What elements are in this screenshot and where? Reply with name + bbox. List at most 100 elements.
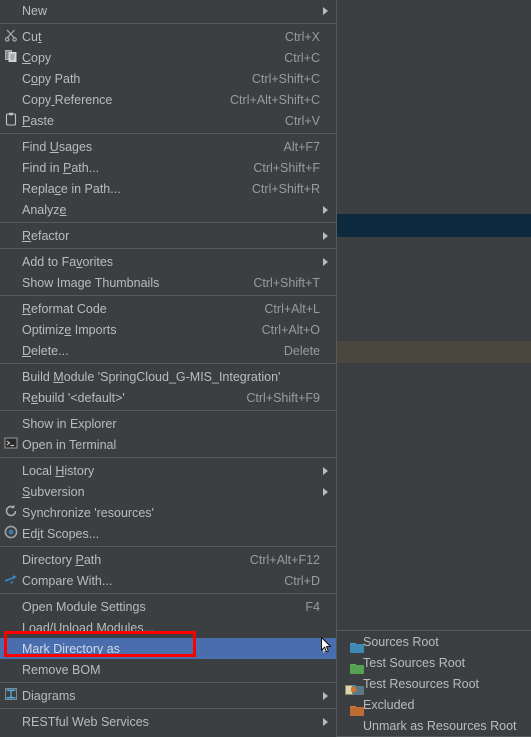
menu-item-add-to-favorites[interactable]: Add to Favorites [0,251,336,272]
submenu-item-unmark-as-resources-root[interactable]: Unmark as Resources Root [337,715,531,736]
menu-item-label: Open in Terminal [22,437,117,452]
menu-item-shortcut: Ctrl+V [284,113,320,128]
menu-item-edit-scopes[interactable]: Edit Scopes... [0,523,336,544]
submenu-item-label: Excluded [363,697,415,712]
diagram-icon [4,687,18,704]
menu-item-label: Copy [22,50,52,65]
menu-item-local-history[interactable]: Local History [0,460,336,481]
menu-item-paste[interactable]: Paste Ctrl+V [0,110,336,131]
menu-item-find-usages[interactable]: Find Usages Alt+F7 [0,136,336,157]
menu-item-label: Directory Path [22,552,102,567]
menu-item-restful-web-services[interactable]: RESTful Web Services [0,711,336,732]
menu-separator [0,593,336,594]
menu-item-mark-directory-as[interactable]: Mark Directory as [0,638,336,659]
menu-item-show-in-explorer[interactable]: Show in Explorer [0,413,336,434]
menu-item-label: Reformat Code [22,301,107,316]
no-icon [4,182,18,196]
menu-item-subversion[interactable]: Subversion [0,481,336,502]
project-view-context-menu: New Cut Ctrl+X Copy Ctrl+C Copy Path Ctrl+Shif… [0,0,337,737]
menu-item-diagrams[interactable]: Diagrams [0,685,336,706]
menu-item-webservices[interactable]: WebServices [0,732,336,737]
menu-item-cut[interactable]: Cut Ctrl+X [0,26,336,47]
menu-item-label: Find in Path... [22,160,100,175]
menu-item-shortcut: Ctrl+Alt+L [264,301,320,316]
screenshot-root: New Cut Ctrl+X Copy Ctrl+C Copy Path Ctrl+Shif… [0,0,531,737]
menu-item-label: Remove BOM [22,662,101,677]
menu-item-delete[interactable]: Delete... Delete [0,340,336,361]
menu-item-icon-slot [0,617,22,638]
menu-item-icon-slot [0,157,22,178]
menu-separator [0,457,336,458]
menu-item-rebuild[interactable]: Rebuild '<default>' Ctrl+Shift+F9 [0,387,336,408]
submenu-item-test-sources-root[interactable]: Test Sources Root [337,652,531,674]
menu-item-directory-path[interactable]: Directory Path Ctrl+Alt+F12 [0,549,336,570]
menu-item-copy-reference[interactable]: Copy Reference Ctrl+Alt+Shift+C [0,89,336,110]
submenu-arrow-icon [323,691,328,700]
menu-item-shortcut: Ctrl+Shift+F9 [246,390,320,405]
copy-icon [4,49,18,66]
scope-icon [4,525,18,542]
menu-item-icon-slot [0,502,22,523]
submenu-item-test-resources-root[interactable]: Test Resources Root [337,673,531,695]
mouse-cursor-icon [321,637,332,653]
menu-item-open-module-settings[interactable]: Open Module Settings F4 [0,596,336,617]
menu-item-label: Copy Reference [22,92,113,107]
menu-item-icon-slot [0,596,22,617]
menu-separator [0,222,336,223]
menu-item-copy-path[interactable]: Copy Path Ctrl+Shift+C [0,68,336,89]
menu-item-build-module[interactable]: Build Module 'SpringCloud_G-MIS_Integrat… [0,366,336,387]
menu-item-compare-with[interactable]: Compare With... Ctrl+D [0,570,336,591]
no-icon [4,600,18,614]
menu-item-reformat-code[interactable]: Reformat Code Ctrl+Alt+L [0,298,336,319]
menu-item-label: Cut [22,29,42,44]
no-icon [4,72,18,86]
menu-item-icon-slot [0,523,22,544]
submenu-item-sources-root[interactable]: Sources Root [337,631,531,653]
menu-item-icon-slot [0,89,22,110]
menu-item-find-in-path[interactable]: Find in Path... Ctrl+Shift+F [0,157,336,178]
no-icon [4,255,18,269]
menu-item-replace-in-path[interactable]: Replace in Path... Ctrl+Shift+R [0,178,336,199]
submenu-arrow-icon [323,466,328,475]
menu-item-shortcut: Ctrl+X [284,29,320,44]
menu-item-icon-slot [0,0,22,21]
no-icon [4,621,18,635]
menu-item-icon-slot [0,387,22,408]
mark-directory-as-submenu: Sources Root Test Sources Root Test Resour… [336,630,531,737]
no-icon [4,4,18,18]
no-icon [4,203,18,217]
no-icon [4,93,18,107]
no-icon [4,229,18,243]
menu-item-icon-slot [0,110,22,131]
menu-separator [0,708,336,709]
menu-item-analyze[interactable]: Analyze [0,199,336,220]
menu-item-optimize-imports[interactable]: Optimize Imports Ctrl+Alt+O [0,319,336,340]
menu-item-show-image-thumbnails[interactable]: Show Image Thumbnails Ctrl+Shift+T [0,272,336,293]
submenu-item-label: Unmark as Resources Root [363,718,517,733]
submenu-item-excluded[interactable]: Excluded [337,694,531,716]
menu-item-label: Synchronize 'resources' [22,505,154,520]
no-icon [4,344,18,358]
menu-item-new[interactable]: New [0,0,336,21]
menu-item-label: Optimize Imports [22,322,117,337]
menu-item-icon-slot [0,434,22,455]
menu-item-copy[interactable]: Copy Ctrl+C [0,47,336,68]
menu-separator [0,546,336,547]
menu-item-icon-slot [0,549,22,570]
menu-item-icon-slot [0,685,22,706]
menu-item-icon-slot [0,298,22,319]
menu-item-remove-bom[interactable]: Remove BOM [0,659,336,680]
menu-item-label: Rebuild '<default>' [22,390,125,405]
menu-item-label: New [22,3,48,18]
menu-item-icon-slot [0,413,22,434]
menu-item-refactor[interactable]: Refactor [0,225,336,246]
menu-item-open-in-terminal[interactable]: Open in Terminal [0,434,336,455]
no-icon [4,140,18,154]
menu-item-shortcut: Ctrl+D [284,573,320,588]
menu-item-load-unload-modules[interactable]: Load/Unload Modules... [0,617,336,638]
no-icon [4,417,18,431]
submenu-item-icon-slot [337,673,364,695]
menu-item-shortcut: Alt+F7 [283,139,320,154]
menu-item-synchronize-resources[interactable]: Synchronize 'resources' [0,502,336,523]
menu-item-icon-slot [0,638,22,659]
